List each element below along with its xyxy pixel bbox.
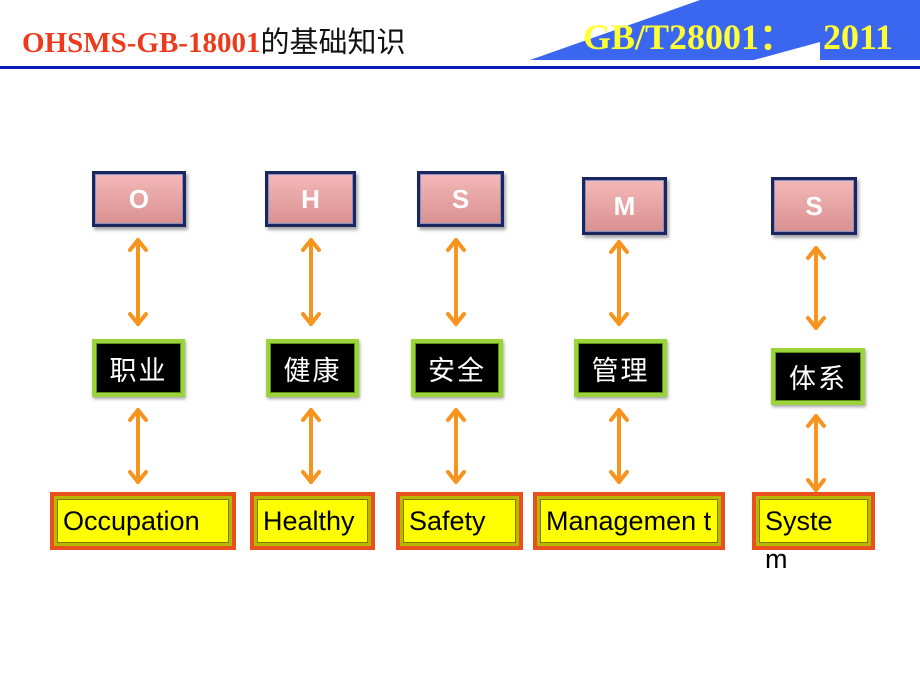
- letter-box-h: H: [265, 171, 356, 227]
- english-box-safety: Safety: [396, 492, 523, 550]
- letter-label: H: [301, 183, 320, 214]
- chinese-label: 管理: [591, 355, 650, 387]
- english-label: Occupation: [63, 506, 200, 536]
- english-box-healthy: Healthy: [250, 492, 375, 550]
- letter-box-s-safety: S: [417, 171, 504, 227]
- english-label: Syste m: [765, 506, 833, 574]
- chinese-label: 职业: [109, 355, 168, 387]
- double-arrow-icon: [609, 408, 629, 484]
- letter-box-o: O: [92, 171, 186, 227]
- chinese-box-system: 体系: [771, 348, 865, 405]
- chinese-label: 安全: [428, 355, 486, 387]
- letter-box-s-system: S: [771, 177, 857, 235]
- letter-label: S: [451, 183, 470, 214]
- english-label: Healthy: [263, 506, 355, 536]
- english-box-system: Syste m: [752, 492, 875, 574]
- double-arrow-icon: [128, 408, 148, 484]
- chinese-label: 体系: [789, 364, 847, 395]
- double-arrow-icon: [446, 238, 466, 326]
- double-arrow-icon: [446, 408, 466, 484]
- letter-label: O: [128, 183, 150, 214]
- chinese-box-occupation: 职业: [92, 339, 185, 397]
- letter-label: S: [805, 190, 823, 221]
- letter-label: M: [613, 190, 636, 221]
- chinese-box-management: 管理: [574, 339, 667, 397]
- double-arrow-icon: [609, 240, 629, 326]
- double-arrow-icon: [806, 414, 826, 492]
- english-box-occupation: Occupation: [50, 492, 236, 550]
- letter-box-m: M: [582, 177, 667, 235]
- double-arrow-icon: [301, 408, 321, 484]
- chinese-label: 健康: [283, 355, 342, 387]
- double-arrow-icon: [806, 246, 826, 330]
- chinese-box-health: 健康: [266, 339, 359, 397]
- english-box-management: Managemen t: [533, 492, 725, 550]
- english-label: Managemen t: [546, 506, 712, 536]
- english-label: Safety: [409, 506, 486, 536]
- double-arrow-icon: [301, 238, 321, 326]
- chinese-box-safety: 安全: [411, 339, 503, 397]
- double-arrow-icon: [128, 238, 148, 326]
